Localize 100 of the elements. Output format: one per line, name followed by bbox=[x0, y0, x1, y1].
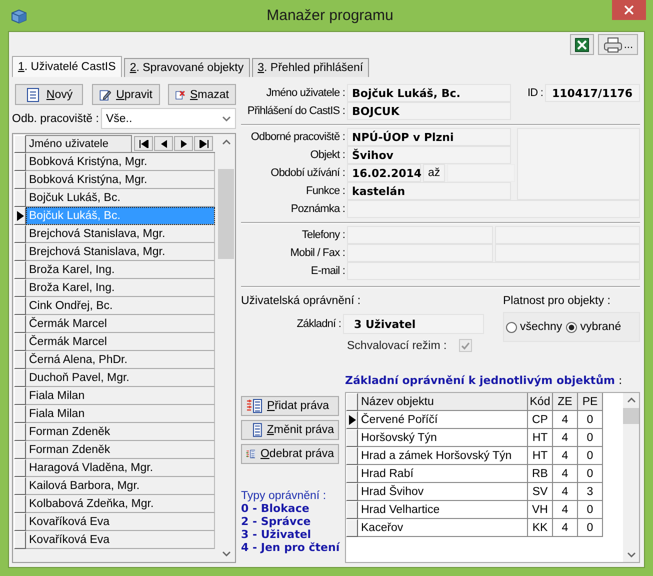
table-cell: HT bbox=[528, 447, 553, 465]
value-field: 110417/1176 bbox=[545, 84, 640, 102]
radio-button[interactable] bbox=[506, 322, 517, 332]
field-label: E-mail : bbox=[310, 264, 345, 279]
value-field: až bbox=[423, 164, 445, 182]
scroll-down-icon bbox=[222, 551, 230, 557]
table-cell: 0 bbox=[578, 429, 603, 447]
table-cell: KK bbox=[528, 519, 553, 537]
user-row[interactable]: Forman Zdeněk bbox=[26, 441, 215, 459]
section-label: Platnost pro objekty : bbox=[503, 295, 612, 307]
user-row[interactable]: Brejchová Stanislava, Mgr. bbox=[26, 225, 215, 243]
first-record-button[interactable] bbox=[134, 136, 153, 151]
field-label: Odborné pracoviště : bbox=[250, 130, 345, 145]
print-button[interactable]: ... bbox=[598, 34, 638, 55]
edit-button[interactable]: Upravit bbox=[92, 84, 160, 105]
spreadsheet-icon bbox=[574, 38, 589, 52]
value-field: Švihov bbox=[347, 146, 511, 164]
close-button[interactable] bbox=[612, 0, 646, 20]
checkbox[interactable] bbox=[458, 339, 472, 352]
scroll-thumb[interactable] bbox=[218, 169, 234, 259]
field-label: Období užívání : bbox=[270, 166, 345, 181]
list-icon bbox=[253, 423, 262, 437]
table-cell: 4 bbox=[553, 447, 578, 465]
table-cell: RB bbox=[528, 465, 553, 483]
field-label: ID : bbox=[526, 86, 543, 101]
value-field: 3 Uživatel bbox=[343, 314, 484, 334]
scroll-down-icon bbox=[626, 552, 636, 558]
table-cell: Hrad Rabí bbox=[358, 465, 528, 483]
table-cell: 0 bbox=[578, 411, 603, 429]
value-field: 16.02.2014 bbox=[347, 164, 421, 182]
last-record-button[interactable] bbox=[194, 136, 213, 151]
list-arrows-icon bbox=[246, 447, 256, 461]
radio-button[interactable] bbox=[566, 322, 578, 332]
table-cell: 0 bbox=[578, 465, 603, 483]
workplace-dropdown[interactable]: Vše.. bbox=[100, 108, 236, 129]
table-cell: 4 bbox=[553, 465, 578, 483]
column-header[interactable]: PE bbox=[578, 393, 603, 411]
tab[interactable]: 1. Uživatelé CastIS bbox=[12, 56, 122, 77]
prev-record-button[interactable] bbox=[154, 136, 173, 151]
table-cell: 4 bbox=[553, 501, 578, 519]
list-arrows-icon bbox=[246, 399, 262, 413]
change-rights-button[interactable]: Změnit práva bbox=[241, 420, 339, 440]
field-label: Poznámka : bbox=[290, 202, 345, 217]
field-label: Telefony : bbox=[300, 228, 345, 243]
excel-button[interactable] bbox=[570, 34, 594, 55]
table-cell: 0 bbox=[578, 519, 603, 537]
column-header[interactable]: Kód bbox=[528, 393, 553, 411]
field-label: Funkce : bbox=[305, 184, 345, 199]
table-cell: Hrad Velhartice bbox=[358, 501, 528, 519]
legend-item: 2 - Správce bbox=[241, 515, 312, 528]
table-cell: Hrad a zámek Horšovský Týn bbox=[358, 447, 528, 465]
checkbox-label: Schvalovací režim : bbox=[347, 340, 447, 352]
radio-label: všechny bbox=[520, 321, 562, 333]
user-row[interactable]: Čermák Marcel bbox=[26, 315, 215, 333]
user-row[interactable]: Cink Ondřej, Bc. bbox=[26, 297, 215, 315]
legend-item: 4 - Jen pro čtení bbox=[241, 541, 341, 554]
legend-item: 3 - Uživatel bbox=[241, 528, 312, 541]
table-cell: VH bbox=[528, 501, 553, 519]
user-row[interactable]: Černá Alena, PhDr. bbox=[26, 351, 215, 369]
user-row[interactable]: Broža Karel, Ing. bbox=[26, 279, 215, 297]
value-field: Bojčuk Lukáš, Bc. bbox=[347, 84, 511, 102]
user-row[interactable]: Fiala Milan bbox=[26, 387, 215, 405]
skip-icon bbox=[138, 140, 148, 148]
user-row[interactable]: Fiala Milan bbox=[26, 405, 215, 423]
filter-label: Odb. pracoviště : bbox=[12, 112, 99, 124]
remove-rights-button[interactable]: Odebrat práva bbox=[241, 444, 339, 464]
column-header[interactable]: Název objektu bbox=[358, 393, 528, 411]
table-cell: CP bbox=[528, 411, 553, 429]
table-cell: 3 bbox=[578, 483, 603, 501]
user-row[interactable]: Brejchová Stanislava, Mgr. bbox=[26, 243, 215, 261]
user-row[interactable]: Kailová Barbora, Mgr. bbox=[26, 477, 215, 495]
user-row[interactable]: Bobková Kristýna, Mgr. bbox=[26, 171, 215, 189]
user-row[interactable]: Kovaříková Eva bbox=[26, 531, 215, 549]
user-row[interactable]: Čermák Marcel bbox=[26, 333, 215, 351]
tab[interactable]: 2. Spravované objekty bbox=[124, 58, 250, 77]
scrollbar[interactable] bbox=[623, 393, 639, 562]
scroll-up-icon bbox=[222, 139, 230, 145]
user-row[interactable]: Duchoň Pavel, Mgr. bbox=[26, 369, 215, 387]
user-row[interactable]: Broža Karel, Ing. bbox=[26, 261, 215, 279]
user-row[interactable]: Forman Zdeněk bbox=[26, 423, 215, 441]
title-colon: : bbox=[618, 374, 622, 387]
column-header[interactable]: ZE bbox=[553, 393, 578, 411]
skip-icon bbox=[198, 140, 208, 148]
user-row[interactable]: Bojčuk Lukáš, Bc. bbox=[26, 189, 215, 207]
user-row[interactable]: Kovaříková Eva bbox=[26, 513, 215, 531]
next-record-button[interactable] bbox=[174, 136, 193, 151]
column-header[interactable]: Jméno uživatele bbox=[26, 135, 132, 153]
user-row[interactable]: Bobková Kristýna, Mgr. bbox=[26, 153, 215, 171]
value-field: NPÚ-ÚOP v Plzni bbox=[347, 128, 511, 146]
delete-button[interactable]: Smazat bbox=[168, 84, 236, 105]
tab[interactable]: 3. Přehled přihlášení bbox=[252, 58, 370, 77]
user-row[interactable]: Kolbabová Zdeňka, Mgr. bbox=[26, 495, 215, 513]
user-row[interactable]: Haragová Vladěna, Mgr. bbox=[26, 459, 215, 477]
window-title: Manažer programu bbox=[266, 7, 394, 24]
scroll-up-icon bbox=[626, 397, 636, 403]
table-cell: 4 bbox=[553, 519, 578, 537]
new-button[interactable]: Nový bbox=[15, 84, 83, 105]
scroll-thumb[interactable] bbox=[623, 408, 639, 424]
table-cell: 0 bbox=[578, 501, 603, 519]
add-rights-button[interactable]: Přidat práva bbox=[241, 396, 339, 416]
